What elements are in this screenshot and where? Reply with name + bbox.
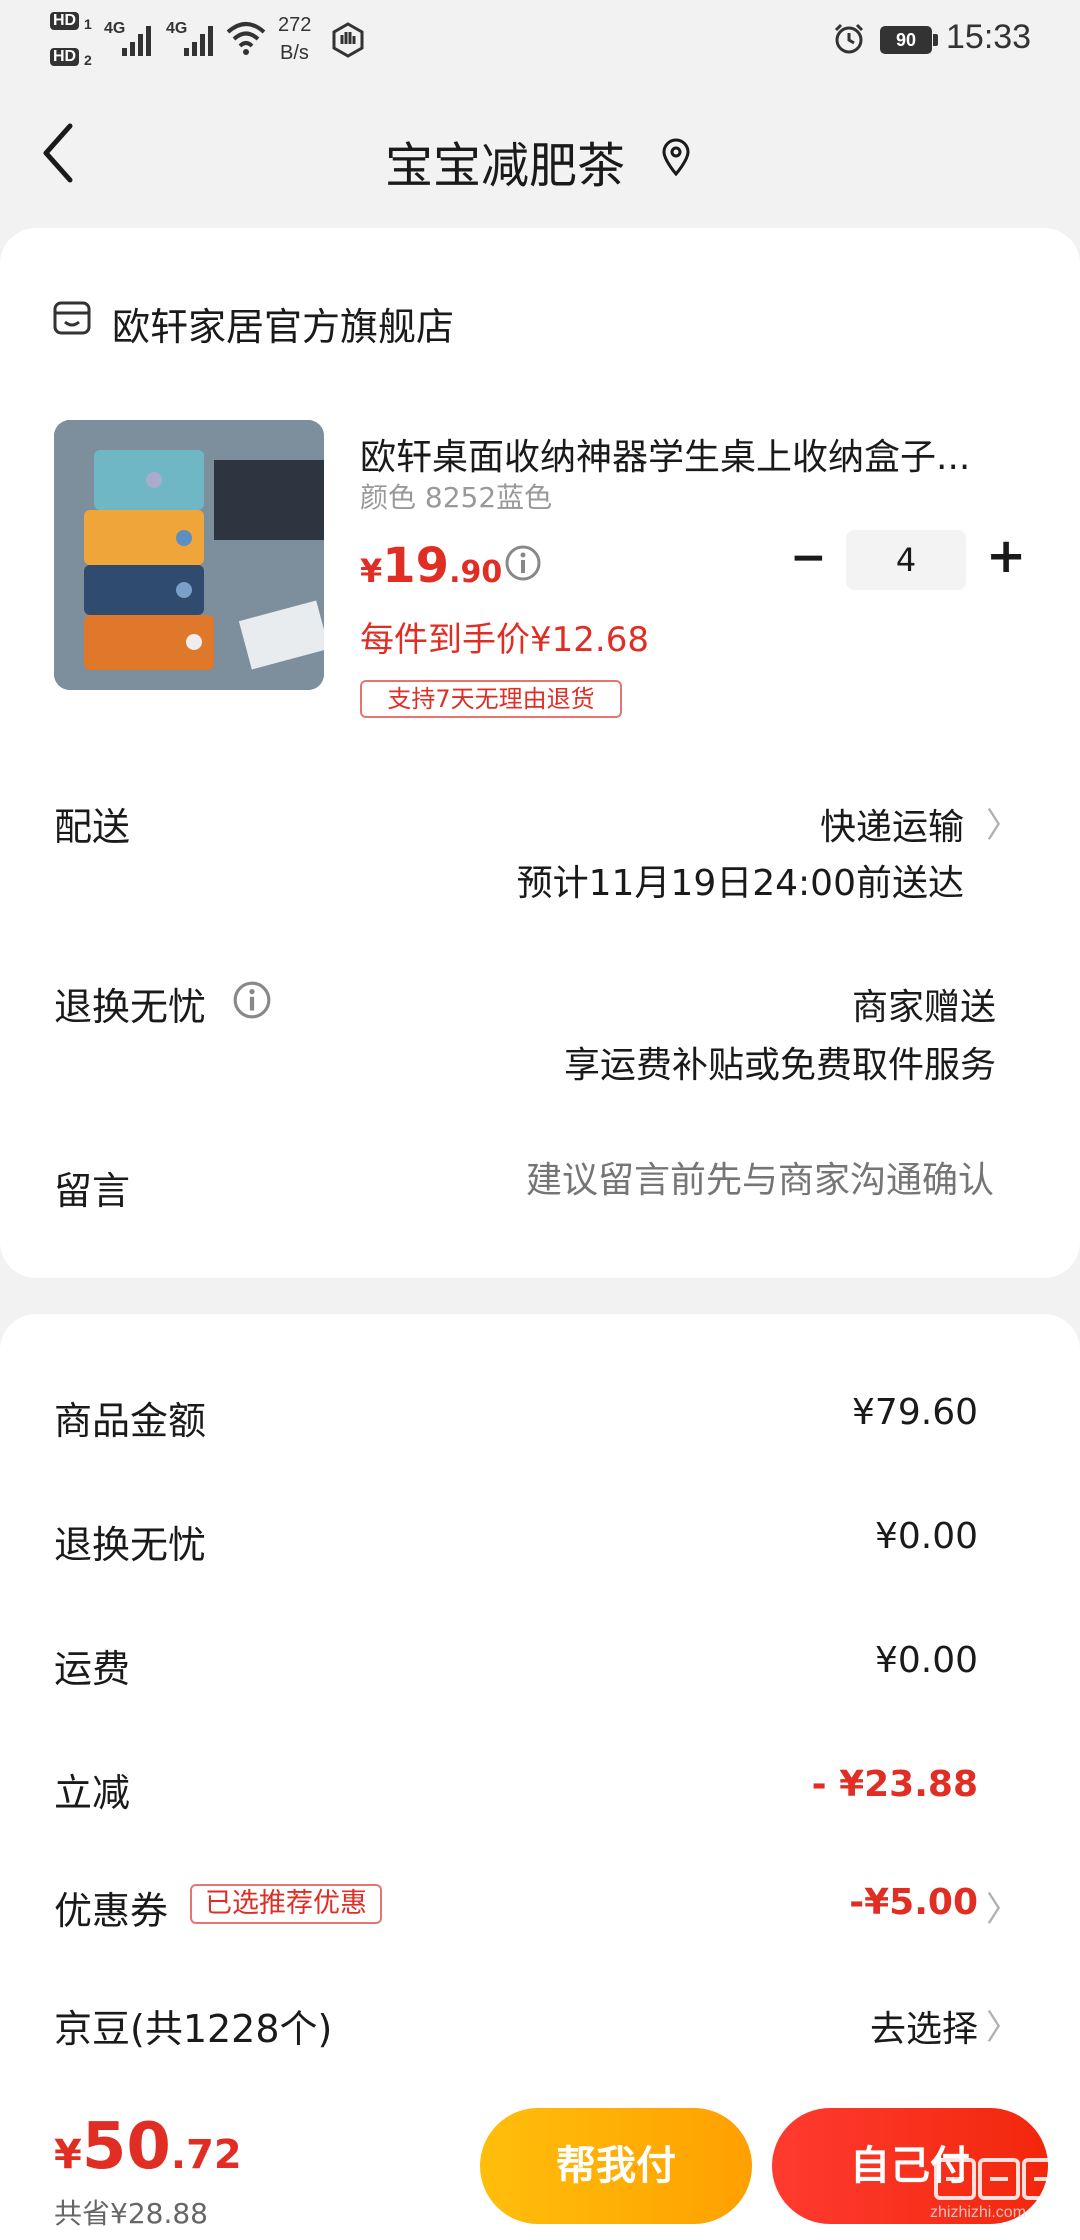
help-pay-button[interactable]: 帮我付 [480,2108,752,2224]
sim1-label: 1 [84,16,92,32]
product-price: ¥19.90 [360,538,502,594]
goods-amount-label: 商品金额 [54,1399,207,1443]
jd-beans-chevron-icon[interactable]: 〉 [986,2000,1020,2049]
shipping-value: ¥0.00 [874,1640,978,1681]
delivery-label: 配送 [54,805,131,849]
hand-icon [332,22,364,58]
coupon-label: 优惠券 [54,1889,169,1933]
instant-discount-label: 立减 [54,1771,131,1815]
product-spec[interactable]: 颜色 8252蓝色 [360,476,552,516]
total-price: ¥50.72 [54,2110,242,2184]
speed-unit: B/s [280,42,309,64]
summary-card: 商品金额 ¥79.60 退换无忧 ¥0.00 运费 ¥0.00 立减 - ¥23… [0,1314,1080,2134]
delivery-eta: 预计11月19日24:00前送达 [516,863,964,904]
price-info-icon[interactable] [504,544,542,582]
instant-discount-value: - ¥23.88 [811,1764,978,1805]
hd1-badge: HD [50,12,80,30]
price-integer: 19 [382,538,450,594]
delivery-chevron-icon[interactable]: 〉 [986,798,1020,847]
sim2-label: 2 [84,52,92,68]
page-title: 宝宝减肥茶 [0,126,1010,196]
price-currency: ¥ [360,552,383,590]
product-image[interactable] [54,420,324,690]
message-label: 留言 [54,1169,131,1213]
total-decimal: .72 [170,2132,242,2178]
worry-fee-label: 退换无忧 [54,1523,207,1567]
total-integer: 50 [81,2110,171,2184]
help-pay-label: 帮我付 [556,2143,676,2189]
quantity-plus-button[interactable]: + [986,528,1026,584]
jd-beans-label: 京豆(共1228个) [54,2007,333,2051]
worry-free-value: 商家赠送 [851,987,996,1028]
unit-price-text: 每件到手价¥12.68 [360,620,649,660]
status-bar: HD 1 HD 2 4G 4G 272 B/s 90 15:33 [0,0,1080,80]
price-decimal: .90 [449,555,503,590]
location-pin-icon[interactable] [660,138,692,176]
battery-level: 90 [895,30,917,50]
speed-value: 272 [278,14,312,36]
coupon-chevron-icon[interactable]: 〉 [986,1882,1020,1931]
store-name[interactable]: 欧轩家居官方旗舰店 [112,296,454,351]
page-header: 宝宝减肥茶 [0,80,1080,230]
coupon-value[interactable]: -¥5.00 [849,1882,978,1923]
battery-icon: 90 [880,26,932,54]
shipping-label: 运费 [54,1647,131,1691]
worry-fee-value: ¥0.00 [874,1516,978,1557]
alarm-icon [834,23,864,54]
signal1-icon [122,26,151,56]
quantity-value: 4 [895,541,917,579]
wifi-icon [226,22,266,55]
worry-free-label: 退换无忧 [54,985,207,1029]
watermark-text: zhizhizhi.com [930,2204,1027,2221]
quantity-minus-button[interactable]: − [790,532,827,583]
product-drawer-illustration [54,420,324,690]
total-saved: 共省¥28.88 [54,2197,208,2230]
total-currency: ¥ [54,2132,82,2178]
worry-free-desc: 享运费补贴或免费取件服务 [563,1045,996,1086]
hd2-badge: HD [50,48,80,66]
product-name[interactable]: 欧轩桌面收纳神器学生桌上收纳盒子... [360,428,1020,480]
return-policy-text: 支持7天无理由退货 [387,685,595,713]
watermark: zhizhizhi.com [930,2158,1070,2228]
store-icon [53,301,91,335]
checkout-bar: ¥50.72 共省¥28.88 帮我付 自己付 zhizhizhi.com [0,2092,1080,2240]
worry-free-info-icon[interactable] [232,980,272,1020]
watermark-logo-icon [934,2158,1064,2200]
signal2-icon [184,26,213,56]
delivery-method[interactable]: 快递运输 [820,798,964,850]
return-policy-tag: 支持7天无理由退货 [360,680,622,718]
jd-beans-value[interactable]: 去选择 [870,2000,978,2052]
title-text: 宝宝减肥茶 [384,138,625,194]
battery-tip [933,34,938,46]
coupon-recommend-text: 已选推荐优惠 [205,1888,367,1919]
clock-time: 15:33 [946,18,1032,56]
goods-amount-value: ¥79.60 [852,1392,978,1433]
quantity-field[interactable]: 4 [846,530,966,590]
message-input[interactable] [420,1148,994,1212]
coupon-recommend-tag: 已选推荐优惠 [190,1884,382,1924]
order-card: 欧轩家居官方旗舰店 欧轩桌面收纳神器学生桌上收纳盒子... 颜色 8252蓝色 … [0,228,1080,1278]
